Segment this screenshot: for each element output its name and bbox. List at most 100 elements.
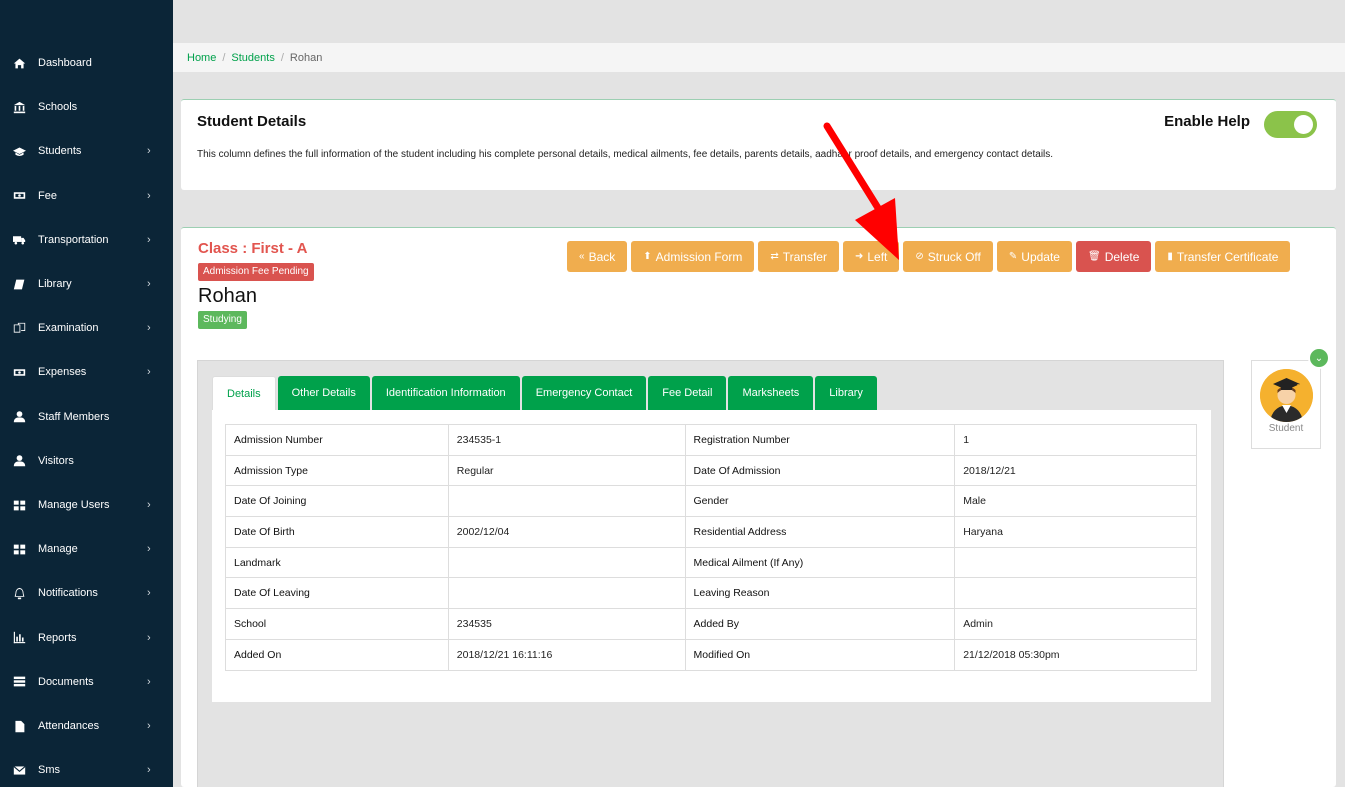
- struck-off-icon: ⊘: [915, 251, 924, 262]
- sidebar-item-attendances[interactable]: Attendances ›: [0, 706, 173, 746]
- tab-bar: Details Other Details Identification Infor…: [212, 376, 877, 410]
- tab-identification-information[interactable]: Identification Information: [371, 376, 520, 410]
- breadcrumb-current: Rohan: [289, 51, 323, 64]
- sidebar-item-dashboard[interactable]: Dashboard: [0, 43, 173, 83]
- sidebar: Dashboard Schools Students › Fee › Transportat…: [0, 0, 173, 787]
- student-avatar-icon: [1260, 369, 1313, 422]
- field-label: Leaving Reason: [684, 577, 956, 610]
- breadcrumb: Home / Students / Rohan: [173, 43, 1345, 72]
- transfer-button[interactable]: ⇄ Transfer: [758, 241, 839, 272]
- sidebar-item-notifications[interactable]: Notifications ›: [0, 573, 173, 613]
- sidebar-item-reports[interactable]: Reports ›: [0, 618, 173, 658]
- sidebar-item-label: Sms: [38, 764, 60, 777]
- sidebar-item-transportation[interactable]: Transportation ›: [0, 220, 173, 260]
- field-value: 234535: [447, 608, 686, 640]
- back-icon: «: [579, 251, 585, 262]
- user-icon: [11, 454, 27, 467]
- list-icon: [11, 675, 27, 688]
- sidebar-item-manage[interactable]: Manage ›: [0, 529, 173, 569]
- action-buttons: «Back ⬆ Admission Form ⇄ Transfer ➜ Left ⊘ Struc…: [567, 241, 1291, 272]
- transfer-certificate-icon: ▮: [1167, 251, 1173, 262]
- field-label: Date Of Birth: [225, 516, 449, 548]
- user-icon: [11, 410, 27, 423]
- sidebar-item-sms[interactable]: Sms ›: [0, 750, 173, 787]
- sidebar-item-label: Library: [38, 278, 72, 290]
- button-label: Struck Off: [927, 249, 981, 264]
- field-label: Date Of Joining: [225, 485, 449, 518]
- field-value: [447, 546, 686, 579]
- sidebar-item-label: Students: [38, 145, 82, 158]
- sidebar-item-label: Staff Members: [38, 410, 110, 423]
- field-value: 2018/12/21 16:11:16: [447, 638, 686, 671]
- button-label: Admission Form: [655, 249, 743, 264]
- table-row: Admission Number 234535-1 Registration Num…: [225, 424, 1197, 456]
- field-label: School: [225, 608, 449, 640]
- breadcrumb-home[interactable]: Home: [187, 52, 216, 64]
- chevron-right-icon: ›: [147, 366, 151, 379]
- tab-fee-detail[interactable]: Fee Detail: [648, 376, 727, 410]
- tab-emergency-contact[interactable]: Emergency Contact: [521, 376, 647, 410]
- struck-off-button[interactable]: ⊘ Struck Off: [903, 241, 993, 272]
- class-title: Class : First - A: [198, 240, 308, 257]
- table-row: Date Of Leaving Leaving Reason: [225, 577, 1197, 610]
- back-button[interactable]: «Back: [567, 241, 628, 272]
- field-label: Modified On: [684, 638, 956, 671]
- bar-chart-icon: [11, 631, 27, 644]
- field-value: Admin: [954, 608, 1197, 640]
- transfer-icon: ⇄: [770, 251, 779, 262]
- chevron-right-icon: ›: [147, 631, 151, 644]
- profile-card[interactable]: Student: [1251, 360, 1321, 449]
- breadcrumb-students[interactable]: Students: [231, 52, 274, 64]
- chevron-down-icon[interactable]: ⌄: [1308, 347, 1330, 369]
- field-label: Admission Type: [225, 454, 449, 487]
- admission-form-icon: ⬆: [643, 251, 652, 262]
- sidebar-item-library[interactable]: Library ›: [0, 264, 173, 304]
- transfer-certificate-button[interactable]: ▮ Transfer Certificate: [1155, 241, 1291, 272]
- help-description: This column defines the full information…: [197, 149, 1054, 160]
- button-label: Update: [1021, 249, 1060, 264]
- tab-other-details[interactable]: Other Details: [277, 376, 370, 410]
- table-row: Landmark Medical Ailment (If Any): [225, 546, 1197, 579]
- field-label: Added On: [225, 638, 449, 671]
- table-row: Date Of Birth 2002/12/04 Residential Addre…: [225, 516, 1197, 548]
- field-label: Medical Ailment (If Any): [684, 546, 956, 579]
- tab-marksheets[interactable]: Marksheets: [728, 376, 814, 410]
- sidebar-item-fee[interactable]: Fee ›: [0, 176, 173, 216]
- field-value: 234535-1: [447, 424, 686, 456]
- table-row: Admission Type Regular Date Of Admission 20…: [225, 454, 1197, 487]
- chevron-right-icon: ›: [147, 278, 151, 290]
- field-value: Male: [954, 485, 1197, 518]
- sidebar-item-examination[interactable]: Examination ›: [0, 308, 173, 348]
- help-panel: Student Details This column defines the …: [181, 99, 1336, 190]
- enable-help-toggle[interactable]: [1264, 111, 1317, 138]
- field-value: 1: [954, 424, 1197, 456]
- grid-icon: [11, 543, 27, 556]
- sidebar-item-label: Expenses: [38, 366, 87, 379]
- sidebar-item-documents[interactable]: Documents ›: [0, 662, 173, 702]
- tab-library[interactable]: Library: [815, 376, 877, 410]
- sidebar-item-staff-members[interactable]: Staff Members: [0, 397, 173, 437]
- tab-details[interactable]: Details: [212, 376, 276, 410]
- admission-form-button[interactable]: ⬆ Admission Form: [631, 241, 755, 272]
- sidebar-item-label: Manage Users: [38, 499, 110, 511]
- sidebar-item-visitors[interactable]: Visitors: [0, 441, 173, 481]
- field-value: [954, 546, 1197, 579]
- field-label: Residential Address: [684, 516, 956, 548]
- bank-icon: [11, 101, 27, 114]
- sidebar-item-expenses[interactable]: Expenses ›: [0, 352, 173, 392]
- sidebar-item-students[interactable]: Students ›: [0, 131, 173, 171]
- sidebar-item-schools[interactable]: Schools: [0, 87, 173, 127]
- chevron-right-icon: ›: [147, 189, 151, 202]
- field-label: Gender: [684, 485, 956, 518]
- sidebar-item-label: Attendances: [38, 720, 100, 732]
- update-button[interactable]: ✎ Update: [996, 241, 1072, 272]
- delete-button[interactable]: 🗑 Delete: [1075, 241, 1152, 272]
- chevron-right-icon: ›: [147, 233, 151, 246]
- field-value: 2002/12/04: [447, 516, 686, 548]
- left-button[interactable]: ➜ Left: [842, 241, 900, 272]
- chevron-right-icon: ›: [147, 764, 151, 777]
- sidebar-item-label: Schools: [38, 101, 78, 114]
- sidebar-item-manage-users[interactable]: Manage Users ›: [0, 485, 173, 525]
- breadcrumb-separator: /: [280, 51, 284, 64]
- button-label: Transfer Certificate: [1176, 249, 1279, 264]
